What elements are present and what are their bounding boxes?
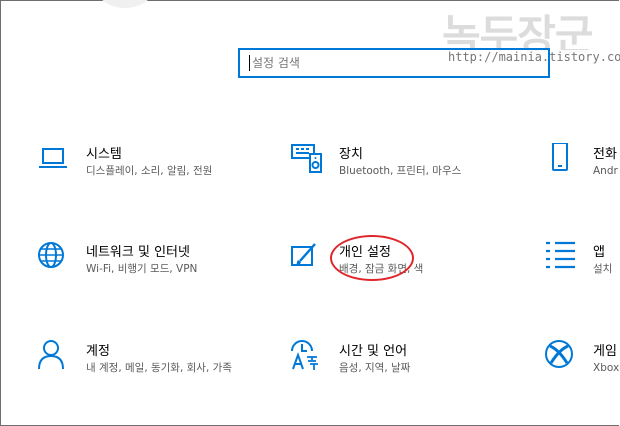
tile-title: 시간 및 언어 [339, 344, 408, 359]
keyboard-speaker-icon [291, 144, 322, 173]
globe-icon [38, 242, 64, 268]
tile-title: 장치 [339, 147, 363, 162]
person-icon [38, 340, 64, 370]
tile-description: 내 계정, 메일, 동기화, 회사, 가족 [86, 362, 232, 374]
highlight-circle [330, 235, 414, 281]
xbox-icon [545, 340, 573, 368]
tile-description: 설치 [593, 263, 613, 275]
paint-brush-icon [291, 243, 316, 266]
tile-description: Wi-Fi, 비행기 모드, VPN [86, 263, 198, 275]
tile-description: Bluetooth, 프린터, 마우스 [339, 165, 462, 177]
tile-description: Andr [593, 165, 618, 177]
tile-description: Xbox [593, 362, 620, 374]
tile-title: 게임 [593, 344, 617, 359]
tile-description: 디스플레이, 소리, 알림, 전원 [86, 165, 213, 177]
tile-description: 음성, 지역, 날짜 [339, 362, 411, 374]
tile-title: 앱 [593, 245, 605, 260]
tile-title: 시스템 [86, 147, 122, 162]
tile-title: 전화 [593, 147, 617, 162]
apps-list-icon [546, 241, 575, 269]
text-caret [249, 55, 250, 71]
tile-title: 계정 [86, 344, 110, 359]
phone-icon [552, 143, 568, 171]
search-box[interactable] [238, 48, 550, 78]
tile-title: 네트워크 및 인터넷 [86, 245, 190, 260]
time-language-icon [291, 340, 318, 370]
search-input[interactable] [252, 53, 542, 73]
laptop-icon [39, 148, 67, 168]
